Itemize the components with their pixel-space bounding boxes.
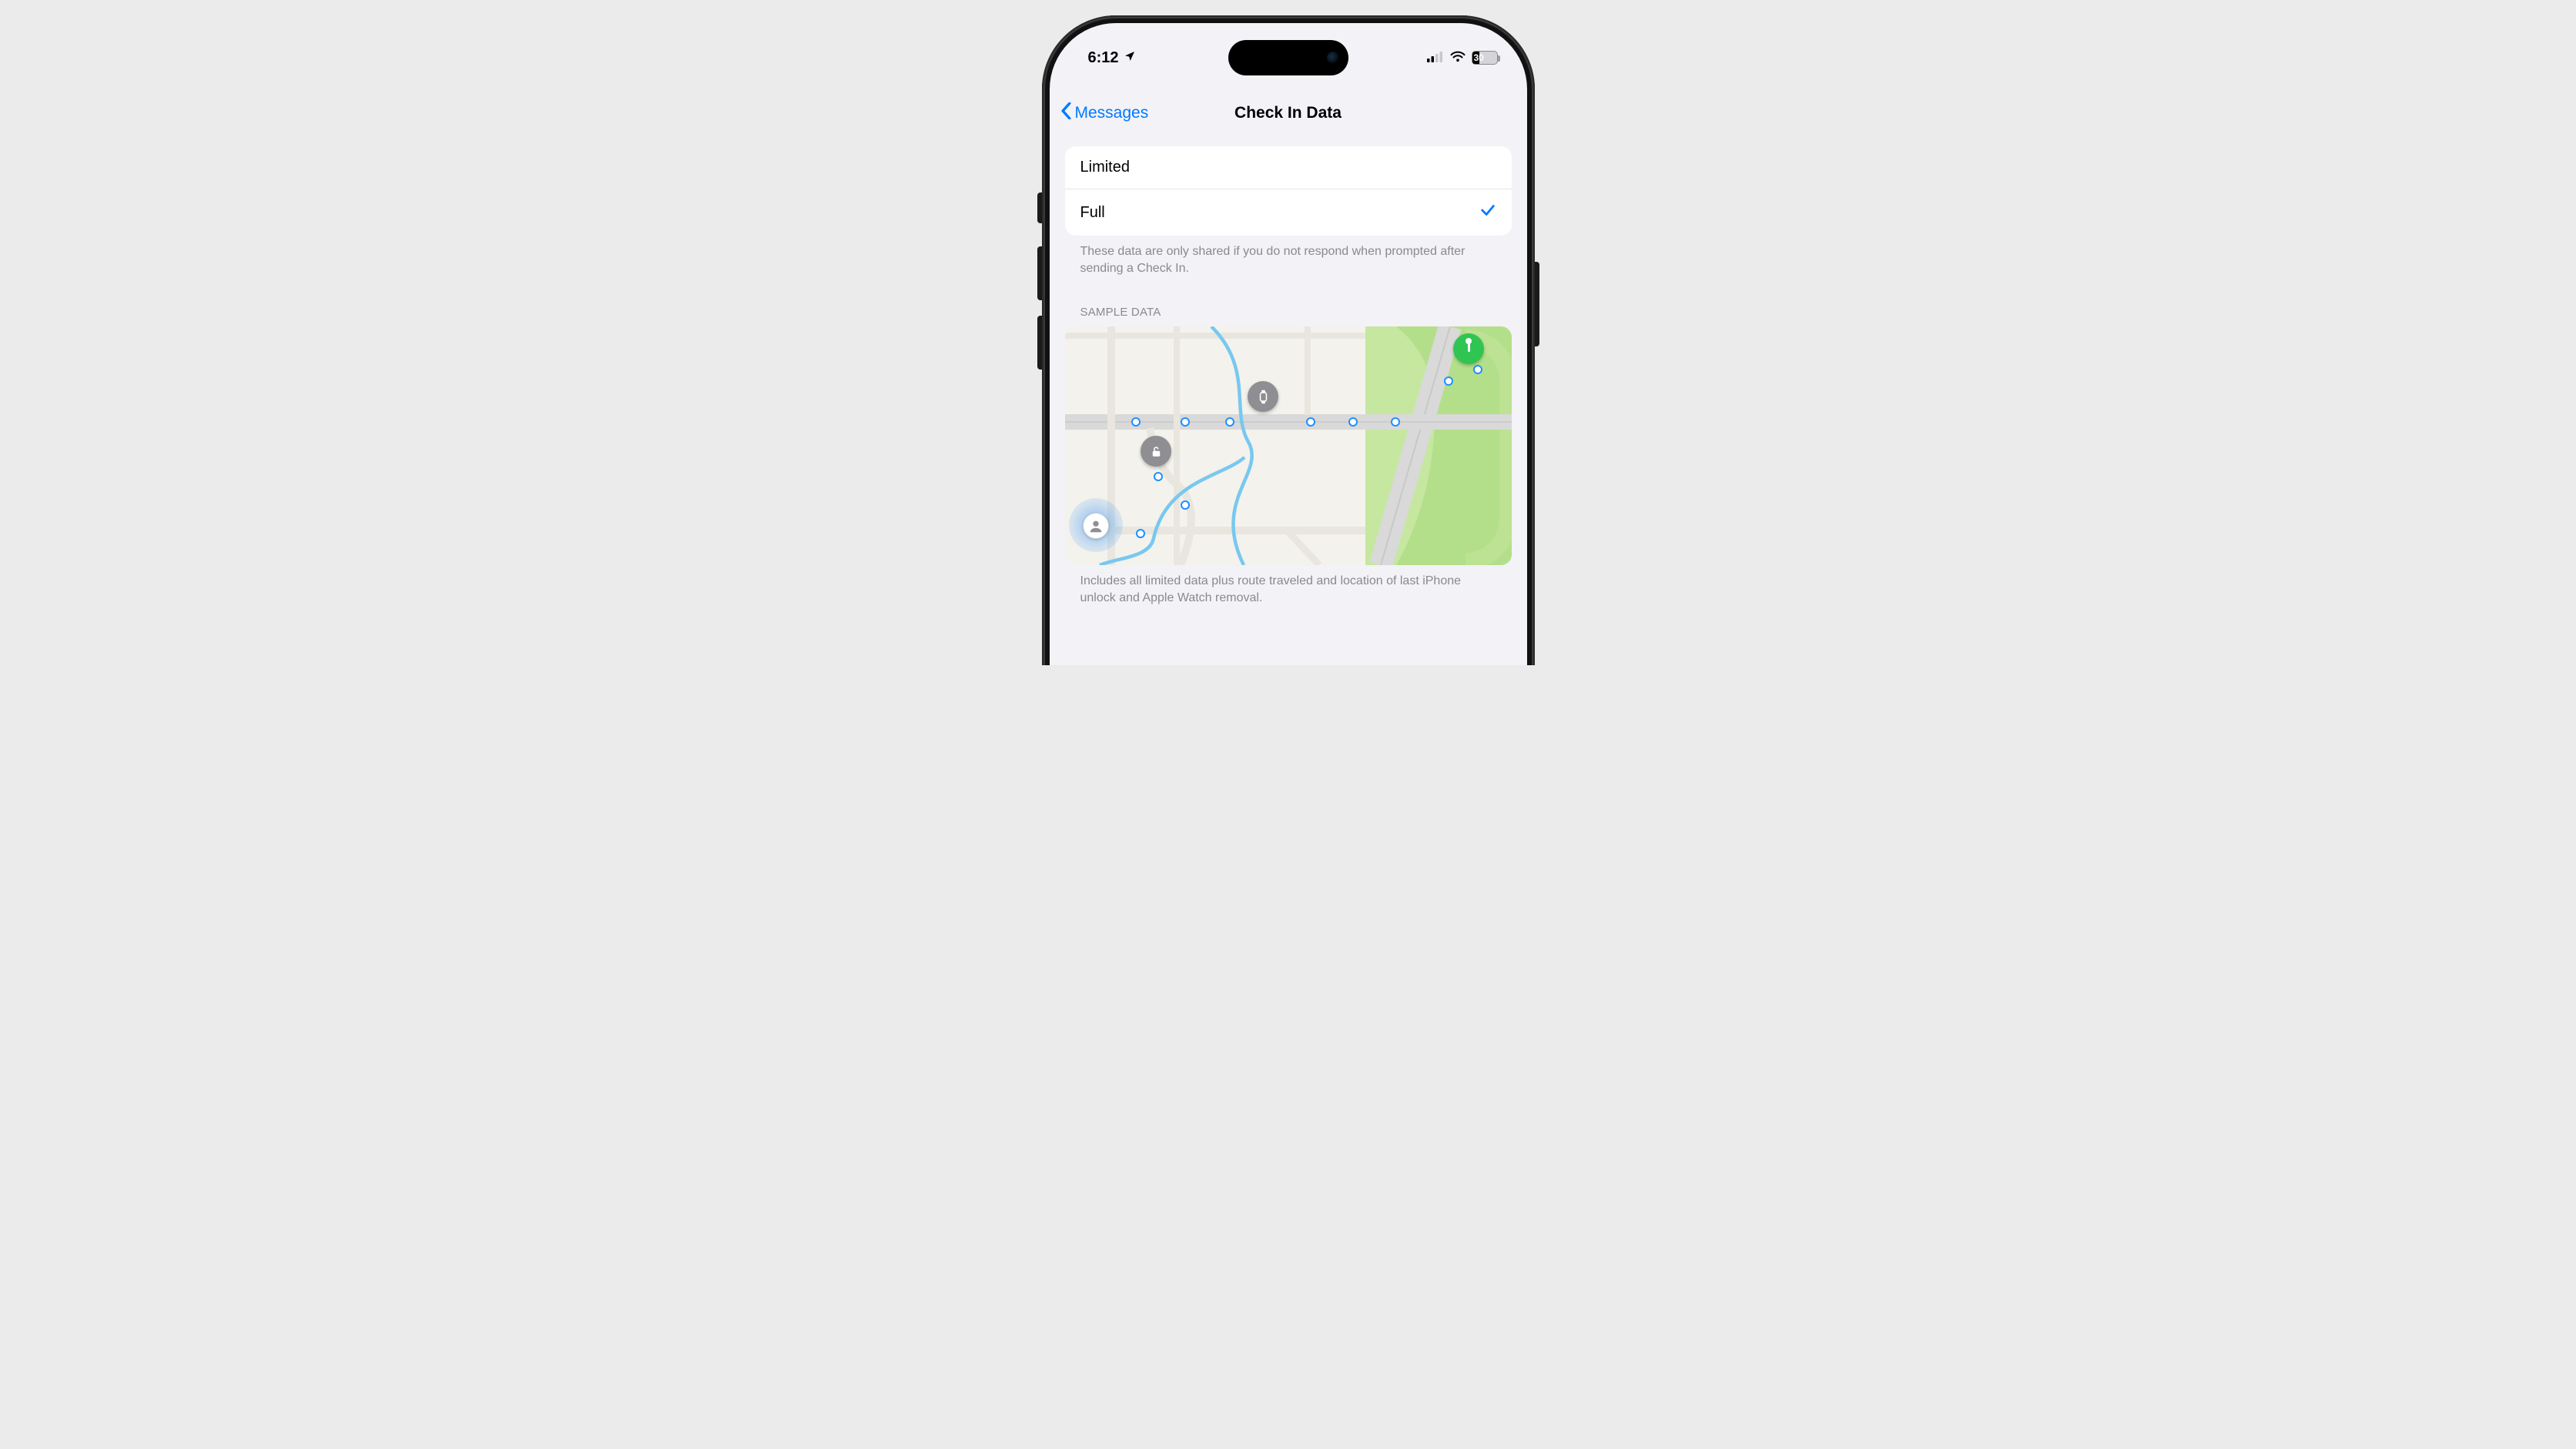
route-dot xyxy=(1225,417,1234,427)
battery-icon: 30 xyxy=(1472,51,1498,65)
options-footer: These data are only shared if you do not… xyxy=(1065,236,1512,278)
page-title: Check In Data xyxy=(1234,104,1342,122)
option-full-label: Full xyxy=(1080,204,1105,222)
route-dot xyxy=(1348,417,1358,427)
option-limited-label: Limited xyxy=(1080,159,1130,176)
phone-side-button xyxy=(1535,262,1539,346)
navigation-bar: Messages Check In Data xyxy=(1050,92,1527,134)
route-dot xyxy=(1136,529,1145,538)
route-dot xyxy=(1444,376,1453,386)
content: Limited Full These data are only shared … xyxy=(1050,146,1527,665)
user-location-icon xyxy=(1083,513,1109,539)
checkmark-icon xyxy=(1479,202,1496,223)
route-dot xyxy=(1181,500,1190,510)
map-illustration xyxy=(1065,326,1512,565)
back-button[interactable]: Messages xyxy=(1060,102,1149,124)
route-dot xyxy=(1131,417,1141,427)
route-dot xyxy=(1391,417,1400,427)
back-label: Messages xyxy=(1075,104,1149,122)
status-right: 30 xyxy=(1427,49,1498,67)
image-stage: 6:12 xyxy=(697,0,1880,665)
chevron-left-icon xyxy=(1060,102,1072,124)
phone-screen: 6:12 xyxy=(1050,23,1527,665)
cellular-icon xyxy=(1427,49,1444,67)
status-time: 6:12 xyxy=(1088,49,1119,67)
unlock-marker-icon xyxy=(1141,436,1171,467)
sample-map xyxy=(1065,326,1512,565)
option-limited[interactable]: Limited xyxy=(1065,146,1512,189)
wifi-icon xyxy=(1450,49,1466,67)
destination-pin-icon xyxy=(1453,333,1484,364)
route-dot xyxy=(1181,417,1190,427)
sample-footer: Includes all limited data plus route tra… xyxy=(1065,565,1512,607)
front-camera xyxy=(1327,52,1339,64)
location-arrow-icon xyxy=(1124,49,1136,67)
route-dot xyxy=(1306,417,1315,427)
route-dot xyxy=(1154,472,1163,481)
sample-header: SAMPLE DATA xyxy=(1065,278,1512,326)
status-left: 6:12 xyxy=(1088,49,1136,67)
option-full[interactable]: Full xyxy=(1065,189,1512,236)
route-dot xyxy=(1473,365,1482,374)
phone-frame: 6:12 xyxy=(1042,15,1535,665)
apple-watch-marker-icon xyxy=(1248,381,1278,412)
dynamic-island xyxy=(1228,40,1348,75)
battery-level: 30 xyxy=(1472,52,1484,63)
data-level-group: Limited Full xyxy=(1065,146,1512,236)
